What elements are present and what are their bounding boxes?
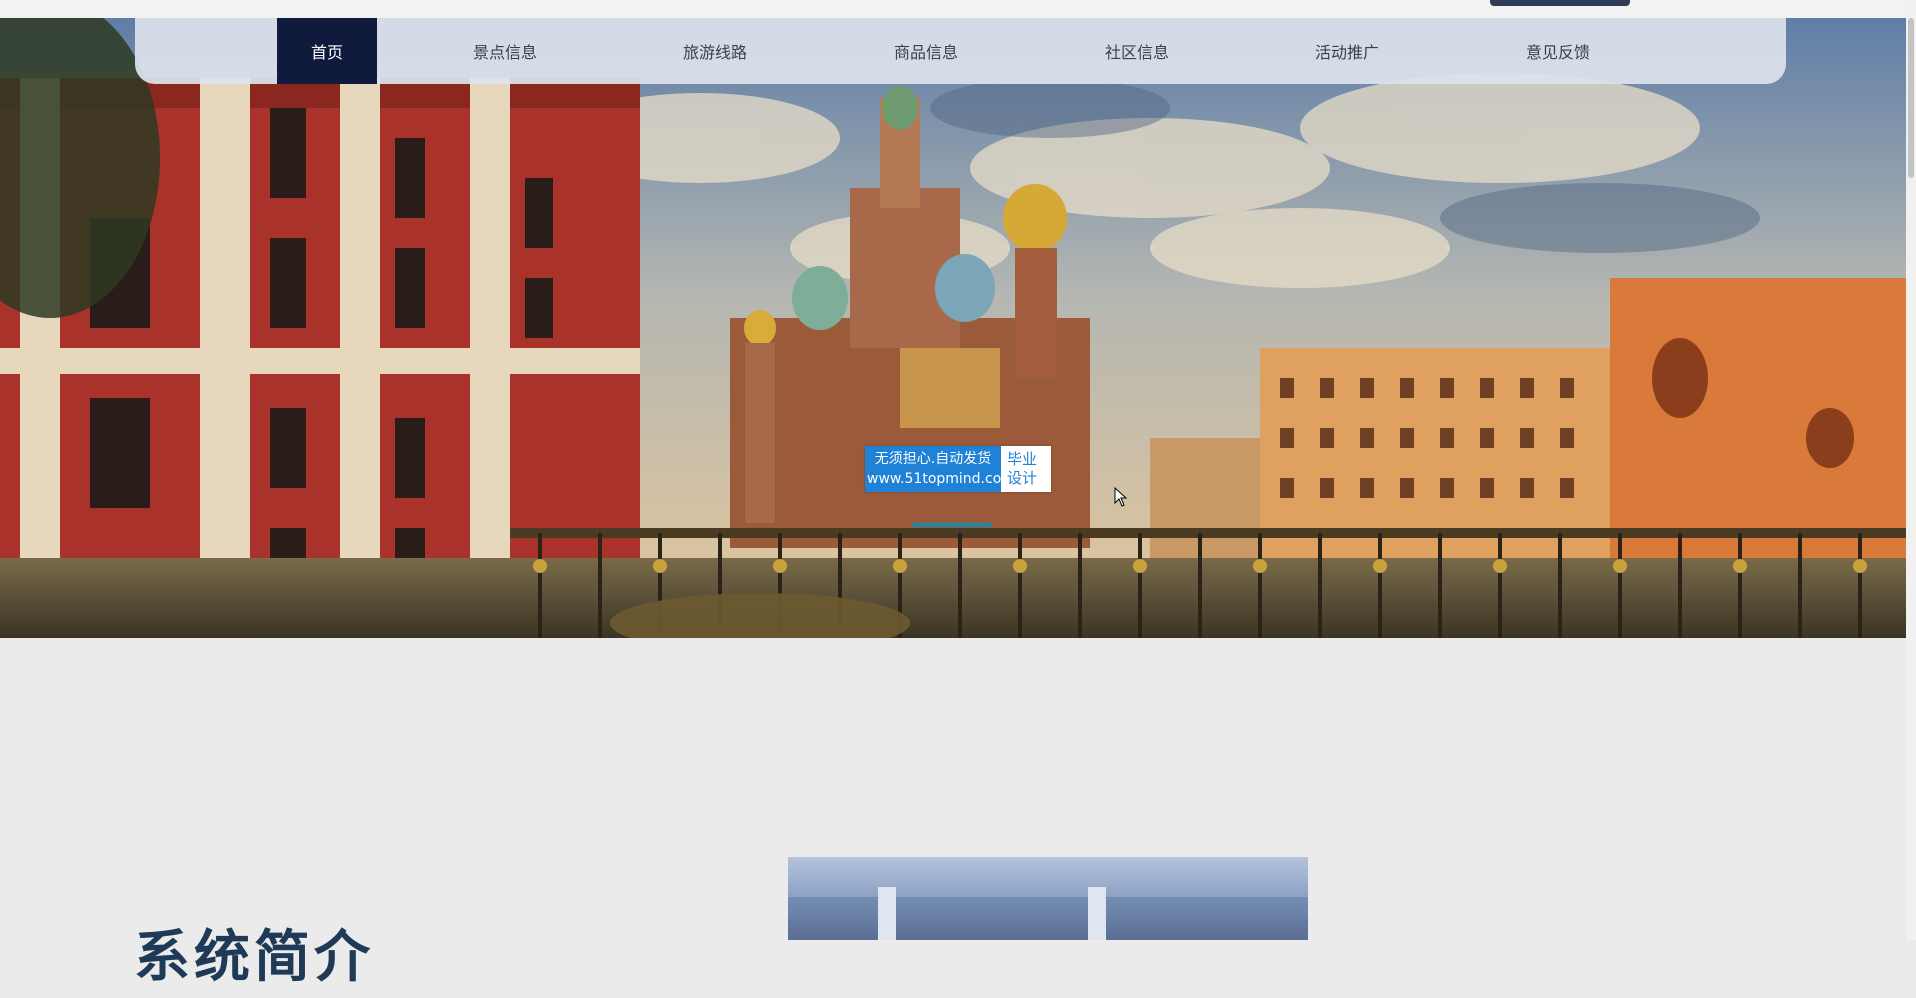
intro-section-image [788, 857, 1308, 940]
intro-section-title: 系统简介 [134, 925, 374, 991]
nav-item-promotions[interactable]: 活动推广 [1287, 18, 1407, 84]
intro-image-detail [1088, 887, 1106, 940]
carousel-indicator[interactable] [912, 523, 992, 527]
badge-line-2: www.51topmind.com [867, 471, 1015, 487]
main-navigation: 首页 景点信息 旅游线路 商品信息 社区信息 活动推广 意见反馈 [135, 18, 1786, 84]
page-scrollbar[interactable] [1906, 0, 1916, 940]
badge-right-line-1: 毕业 [1007, 450, 1038, 468]
nav-item-attractions[interactable]: 景点信息 [445, 18, 565, 84]
browser-top-strip [0, 0, 1916, 18]
hero-banner-image [0, 18, 1906, 638]
nav-item-home[interactable]: 首页 [277, 18, 377, 84]
nav-item-feedback[interactable]: 意见反馈 [1498, 18, 1618, 84]
nav-item-products[interactable]: 商品信息 [866, 18, 986, 84]
top-accent-bar [1490, 0, 1630, 6]
intro-image-detail [878, 887, 896, 940]
scrollbar-thumb[interactable] [1908, 18, 1914, 178]
watermark-badge: 无须担心.自动发货 www.51topmind.com 毕业 设计 [865, 446, 1051, 492]
badge-right-panel: 毕业 设计 [1001, 446, 1051, 492]
intro-image-upper [788, 857, 1308, 897]
nav-item-community[interactable]: 社区信息 [1077, 18, 1197, 84]
badge-line-1: 无须担心.自动发货 [874, 451, 992, 467]
nav-item-tour-routes[interactable]: 旅游线路 [655, 18, 775, 84]
badge-right-line-2: 设计 [1007, 469, 1038, 487]
badge-left-panel: 无须担心.自动发货 www.51topmind.com [865, 446, 1015, 492]
mouse-cursor-icon [1114, 487, 1128, 507]
